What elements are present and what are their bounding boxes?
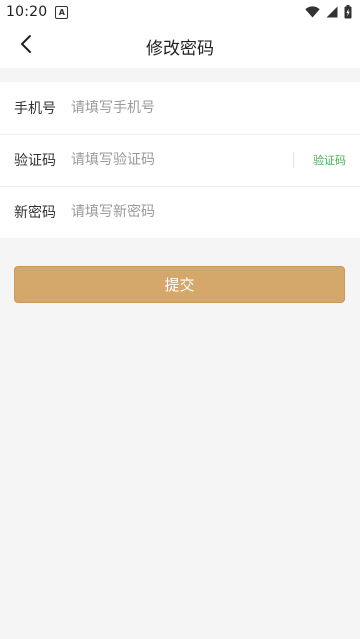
- battery-charging-icon: [344, 5, 352, 19]
- code-row: 验证码 验证码: [0, 134, 360, 186]
- new-password-label: 新密码: [14, 205, 56, 221]
- page-title: 修改密码: [146, 38, 214, 59]
- status-time: 10:20: [6, 4, 48, 20]
- submit-wrap: 提交: [0, 238, 360, 303]
- code-label: 验证码: [14, 153, 56, 169]
- signal-icon: [326, 6, 338, 18]
- back-button[interactable]: [10, 30, 42, 62]
- new-password-row: 新密码: [0, 186, 360, 238]
- chevron-left-icon: [19, 34, 33, 58]
- app-notification-icon: A: [55, 5, 69, 19]
- code-input[interactable]: [71, 152, 285, 168]
- get-code-button[interactable]: 验证码: [313, 152, 346, 168]
- phone-label: 手机号: [14, 101, 56, 117]
- phone-input[interactable]: [71, 100, 346, 116]
- submit-button[interactable]: 提交: [14, 266, 345, 303]
- phone-row: 手机号: [0, 82, 360, 134]
- new-password-input[interactable]: [71, 204, 346, 220]
- code-divider: [293, 152, 294, 168]
- status-bar: 10:20 A: [0, 0, 360, 24]
- wifi-icon: [305, 6, 320, 18]
- status-right: [305, 5, 352, 19]
- change-password-form: 手机号 验证码 验证码 新密码: [0, 82, 360, 238]
- status-left: 10:20 A: [6, 4, 69, 20]
- section-gap: [0, 68, 360, 82]
- app-header: 修改密码: [0, 24, 360, 68]
